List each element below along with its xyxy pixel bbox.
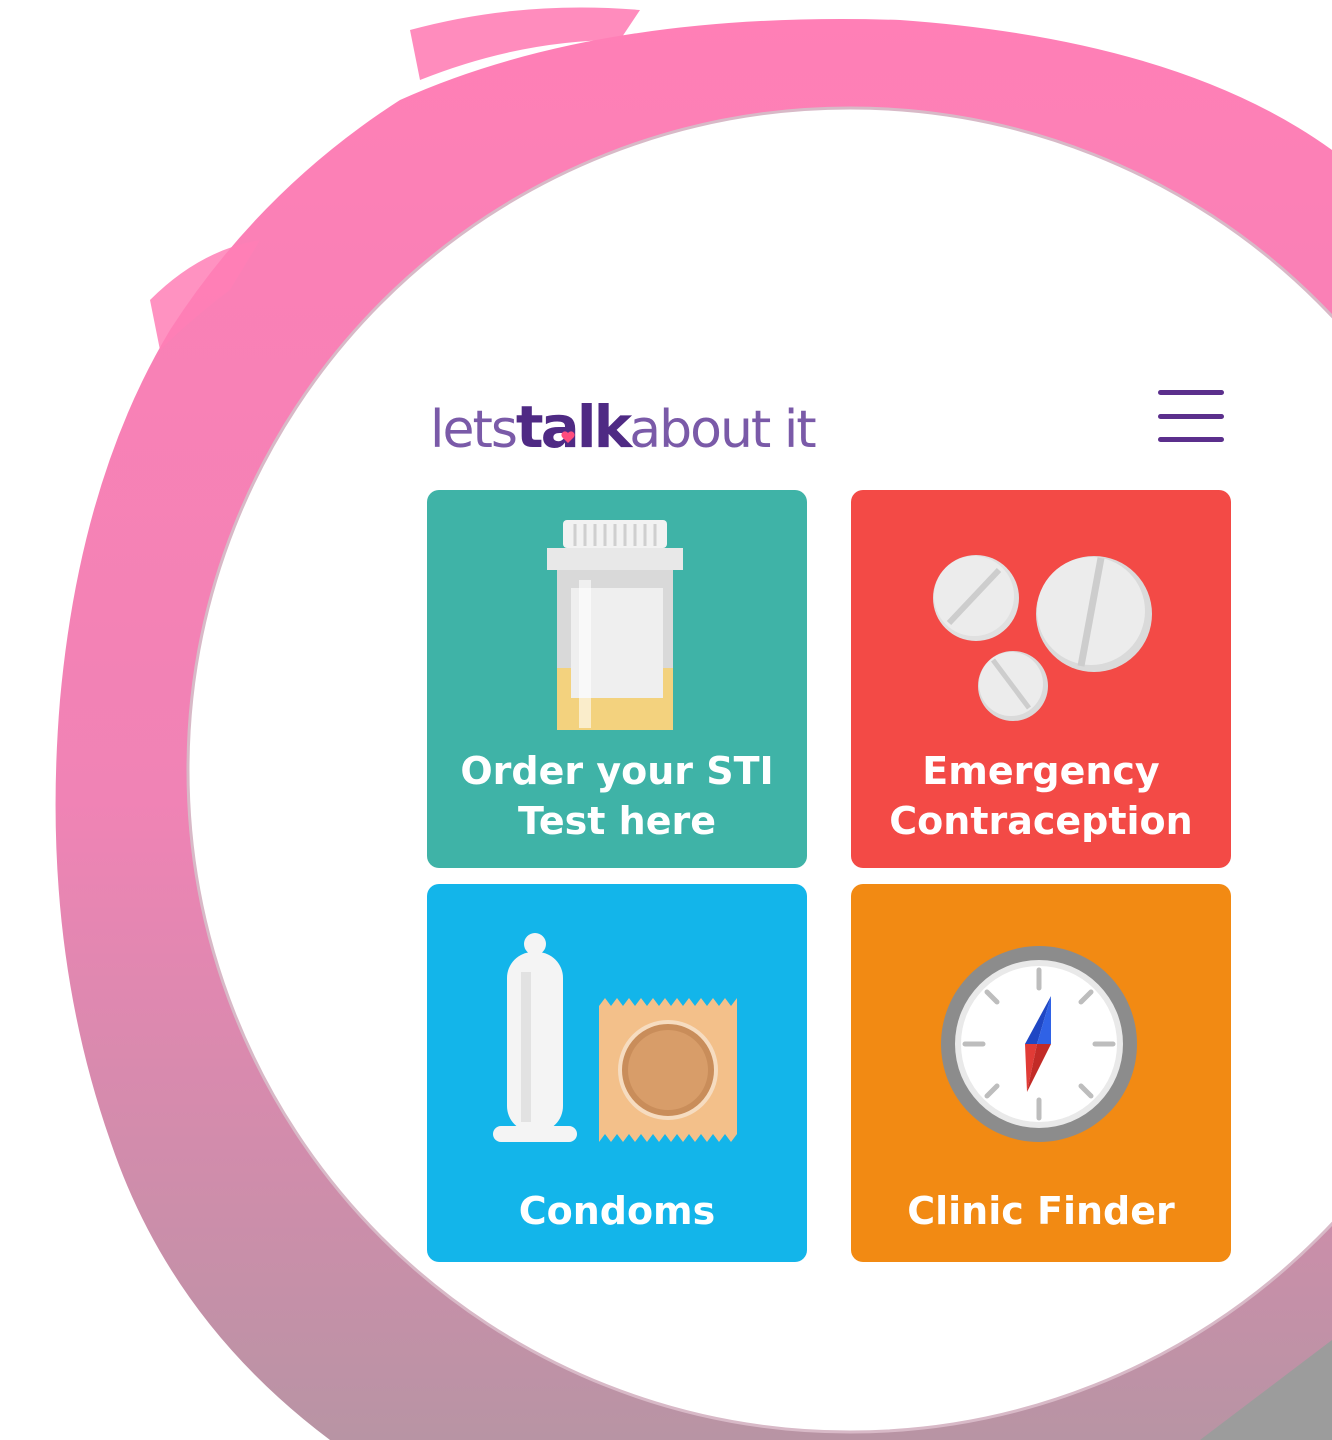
hamburger-menu-icon[interactable]: [1158, 390, 1224, 442]
app-home-screen: letstalk about it Order your STI Test her…: [416, 372, 1246, 1302]
sti-tile-label: Order your STI Test here: [427, 746, 807, 846]
emergency-tile-label: Emergency Contraception: [851, 746, 1231, 846]
label-line: Contraception: [889, 799, 1193, 843]
condoms-tile[interactable]: Condoms: [427, 884, 807, 1262]
clinic-finder-tile[interactable]: Clinic Finder: [851, 884, 1231, 1262]
clinic-finder-tile-label: Clinic Finder: [907, 1189, 1175, 1233]
menu-bar: [1158, 437, 1224, 442]
logo-talk: talk: [515, 393, 632, 461]
order-sti-test-tile[interactable]: Order your STI Test here: [427, 490, 807, 868]
condoms-tile-label: Condoms: [518, 1189, 716, 1233]
label-line: Test here: [518, 799, 716, 843]
condom-icon: [493, 933, 737, 1142]
logo-lets: lets: [430, 400, 518, 460]
urine-sample-jar-icon: [547, 520, 683, 730]
label-line: Emergency: [922, 749, 1160, 793]
letstalkaboutit-logo[interactable]: letstalk about it: [430, 392, 817, 462]
emergency-contraception-tile[interactable]: Emergency Contraception: [851, 490, 1231, 868]
pills-icon: [933, 555, 1152, 721]
logo-about: about it: [629, 400, 816, 460]
menu-bar: [1158, 413, 1224, 419]
menu-bar: [1158, 390, 1224, 395]
heart-icon: [561, 431, 575, 443]
compass-icon: [941, 946, 1137, 1142]
label-line: Order your STI: [460, 749, 774, 793]
